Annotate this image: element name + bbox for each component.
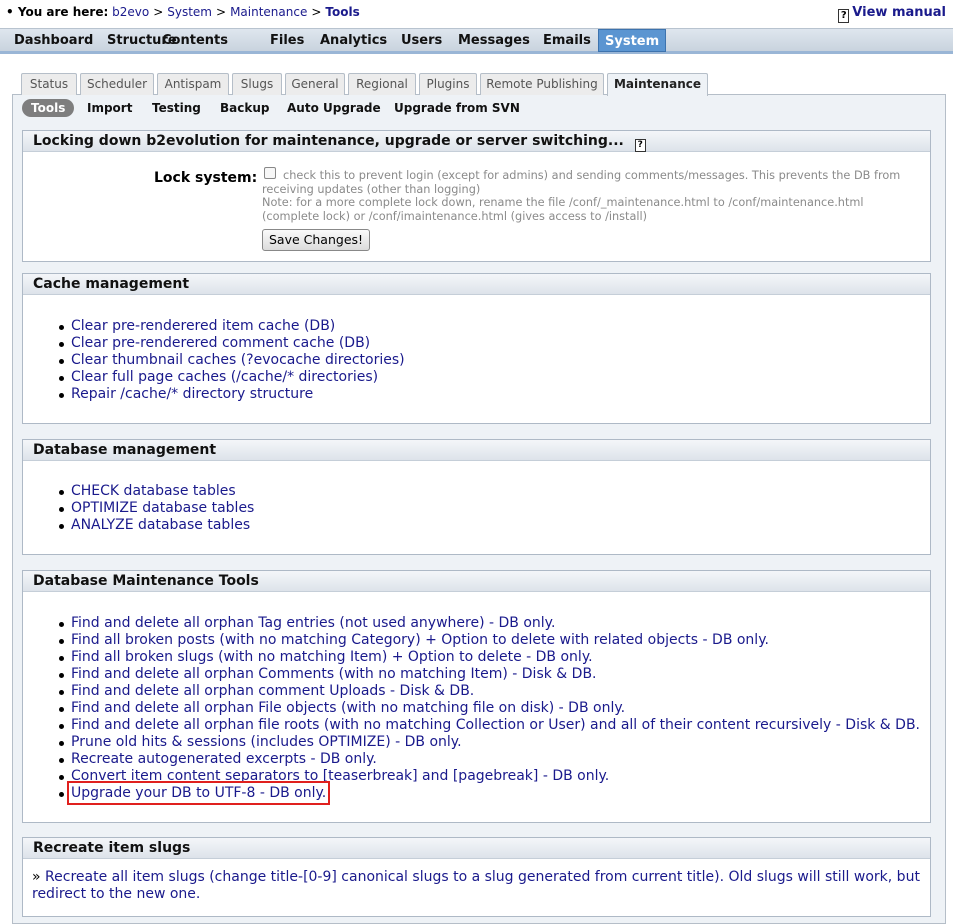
tools-section: Database Maintenance Tools Find and dele… [22,570,931,823]
lock-system-label: Lock system: [154,170,258,186]
tools-list: Find and delete all orphan Tag entries (… [23,592,930,805]
tab-remote-publishing[interactable]: Remote Publishing [480,73,604,95]
breadcrumb-tools[interactable]: Tools [325,5,359,19]
delete-orphan-file-roots-link[interactable]: Find and delete all orphan file roots (w… [71,717,920,733]
delete-orphan-tags-link[interactable]: Find and delete all orphan Tag entries (… [71,615,555,631]
menu-dashboard[interactable]: Dashboard [8,29,99,52]
bullet-icon: » [32,869,41,885]
recreate-excerpts-link[interactable]: Recreate autogenerated excerpts - DB onl… [71,751,377,767]
tab-slugs[interactable]: Slugs [232,73,282,95]
menu-contents[interactable]: Contents [156,29,234,52]
list-item: Recreate autogenerated excerpts - DB onl… [23,751,930,768]
view-manual-label: View manual [852,5,946,20]
list-item: CHECK database tables [23,483,930,500]
delete-orphan-comments-link[interactable]: Find and delete all orphan Comments (wit… [71,666,597,682]
db-list: CHECK database tables OPTIMIZE database … [23,461,930,534]
clear-page-cache-link[interactable]: Clear full page caches (/cache/* directo… [71,369,378,385]
list-item: Find and delete all orphan Tag entries (… [23,615,930,632]
view-manual-link[interactable]: ? View manual [838,5,946,23]
breadcrumb-system[interactable]: System [167,5,212,19]
find-broken-slugs-link[interactable]: Find all broken slugs (with no matching … [71,649,593,665]
breadcrumb-prefix: You are here: [17,5,109,19]
breadcrumb: • You are here: b2evo > System > Maintenance… [6,5,360,19]
recreate-slugs-link[interactable]: Recreate all item slugs (change title-[0… [32,869,920,902]
lock-system-note: check this to prevent login (except for … [262,169,922,223]
lock-section-header: Locking down b2evolution for maintenance… [23,131,930,152]
tab-maintenance[interactable]: Maintenance [607,73,708,96]
help-icon[interactable]: ? [634,139,646,152]
list-item: Find and delete all orphan file roots (w… [23,717,930,734]
list-item: Find and delete all orphan Comments (wit… [23,666,930,683]
delete-orphan-uploads-link[interactable]: Find and delete all orphan comment Uploa… [71,683,474,699]
slugs-section: Recreate item slugs » Recreate all item … [22,837,931,917]
list-item: Repair /cache/* directory structure [23,386,930,403]
menu-emails[interactable]: Emails [537,29,597,52]
help-icon: ? [838,9,850,23]
breadcrumb-separator: > [153,5,164,19]
list-item: Upgrade your DB to UTF-8 - DB only. [23,781,930,805]
analyze-tables-link[interactable]: ANALYZE database tables [71,517,250,533]
repair-cache-link[interactable]: Repair /cache/* directory structure [71,386,313,402]
menu-analytics[interactable]: Analytics [314,29,393,52]
list-item: Prune old hits & sessions (includes OPTI… [23,734,930,751]
check-tables-link[interactable]: CHECK database tables [71,483,236,499]
subtab-auto-upgrade[interactable]: Auto Upgrade [287,99,381,117]
list-item: Clear pre-renderered comment cache (DB) [23,335,930,352]
slugs-section-header: Recreate item slugs [23,838,930,859]
lock-section: Locking down b2evolution for maintenance… [22,130,931,262]
breadcrumb-bar: • You are here: b2evo > System > Maintenance… [0,0,953,28]
tab-scheduler[interactable]: Scheduler [80,73,154,95]
tab-general[interactable]: General [285,73,345,95]
list-item: OPTIMIZE database tables [23,500,930,517]
main-menu: Dashboard Structure Contents Files Analy… [0,28,953,54]
subtab-upgrade-from-svn[interactable]: Upgrade from SVN [394,99,520,117]
lock-note-2: Note: for a more complete lock down, ren… [262,196,864,223]
list-item: Find all broken posts (with no matching … [23,632,930,649]
breadcrumb-maintenance[interactable]: Maintenance [230,5,307,19]
subtab-testing[interactable]: Testing [152,99,201,117]
clear-comment-cache-link[interactable]: Clear pre-renderered comment cache (DB) [71,335,370,351]
prune-hits-link[interactable]: Prune old hits & sessions (includes OPTI… [71,734,462,750]
list-item: Convert item content separators to [teas… [23,768,930,785]
list-item: Clear pre-renderered item cache (DB) [23,318,930,335]
db-section-header: Database management [23,440,930,461]
subtab-tools[interactable]: Tools [22,99,75,117]
lock-note-1: check this to prevent login (except for … [262,169,901,196]
db-section: Database management CHECK database table… [22,439,931,555]
cache-list: Clear pre-renderered item cache (DB) Cle… [23,295,930,403]
upgrade-db-utf8-link[interactable]: Upgrade your DB to UTF-8 - DB only. [66,781,331,805]
find-broken-posts-link[interactable]: Find all broken posts (with no matching … [71,632,769,648]
list-item: Clear thumbnail caches (?evocache direct… [23,352,930,369]
tools-section-header: Database Maintenance Tools [23,571,930,592]
cache-section: Cache management Clear pre-renderered it… [22,273,931,424]
tab-regional[interactable]: Regional [348,73,416,95]
breadcrumb-separator: > [311,5,322,19]
cache-section-header: Cache management [23,274,930,295]
menu-messages[interactable]: Messages [452,29,536,52]
save-changes-button[interactable]: Save Changes! [262,229,371,251]
optimize-tables-link[interactable]: OPTIMIZE database tables [71,500,254,516]
lock-section-title: Locking down b2evolution for maintenance… [33,133,624,149]
list-item: ANALYZE database tables [23,517,930,534]
clear-thumbnail-cache-link[interactable]: Clear thumbnail caches (?evocache direct… [71,352,405,368]
menu-users[interactable]: Users [395,29,448,52]
list-item: Find and delete all orphan File objects … [23,700,930,717]
tab-plugins[interactable]: Plugins [419,73,477,95]
tab-status[interactable]: Status [21,73,77,95]
breadcrumb-separator: > [216,5,227,19]
menu-files[interactable]: Files [264,29,310,52]
list-item: Clear full page caches (/cache/* directo… [23,369,930,386]
delete-orphan-files-link[interactable]: Find and delete all orphan File objects … [71,700,625,716]
subtab-import[interactable]: Import [87,99,132,117]
list-item: Find and delete all orphan comment Uploa… [23,683,930,700]
tab-antispam[interactable]: Antispam [157,73,229,95]
tab-bar: Status Scheduler Antispam Slugs General … [0,73,953,96]
breadcrumb-b2evo[interactable]: b2evo [112,5,149,19]
subtab-backup[interactable]: Backup [220,99,269,117]
list-item: Find all broken slugs (with no matching … [23,649,930,666]
convert-separators-link[interactable]: Convert item content separators to [teas… [71,768,609,784]
menu-system[interactable]: System [598,29,666,52]
clear-item-cache-link[interactable]: Clear pre-renderered item cache (DB) [71,318,335,334]
slugs-line: » Recreate all item slugs (change title-… [23,859,930,903]
